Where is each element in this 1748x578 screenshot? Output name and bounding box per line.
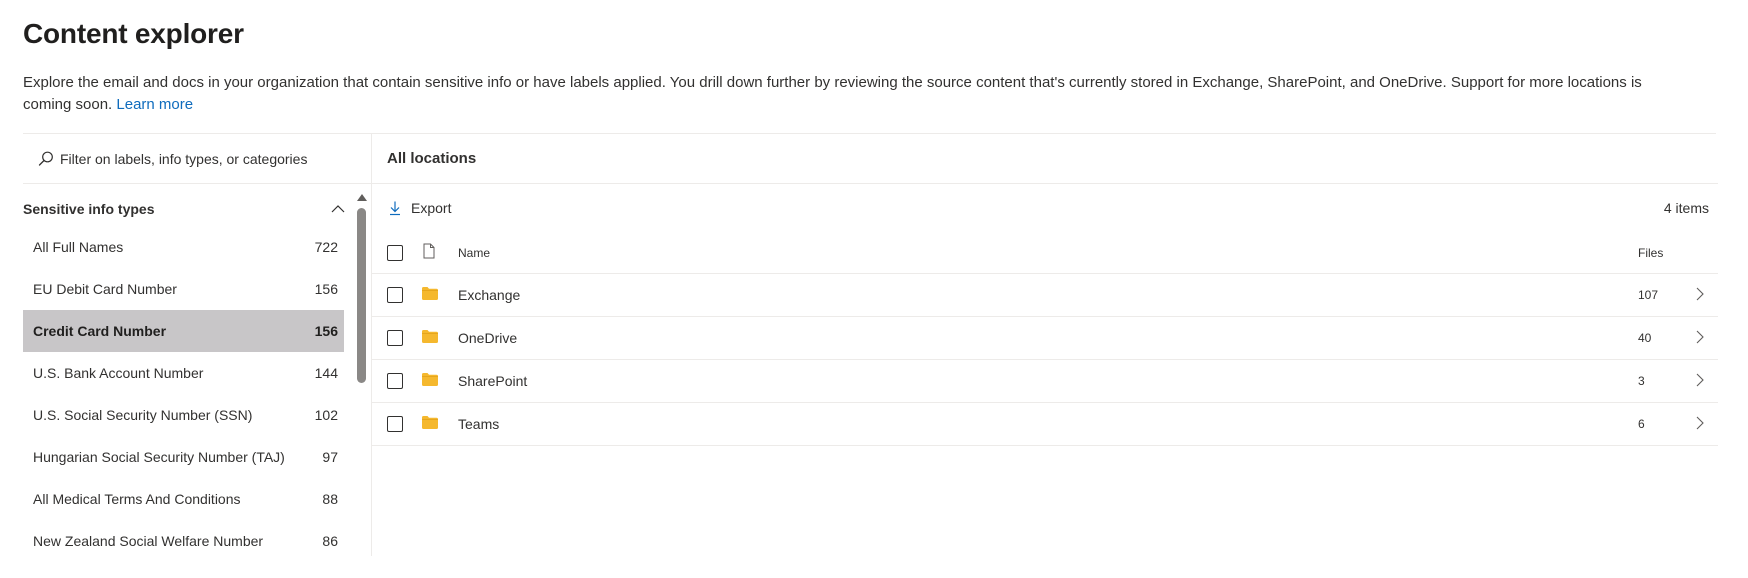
page-title: Content explorer — [23, 18, 244, 49]
table-row[interactable]: Teams 6 — [372, 403, 1718, 446]
list-item[interactable]: All Medical Terms And Conditions 88 — [23, 478, 344, 520]
row-checkbox[interactable] — [387, 330, 403, 346]
info-type-label: All Full Names — [33, 239, 124, 255]
folder-icon — [422, 416, 438, 432]
info-type-count: 97 — [322, 449, 338, 465]
location-files-count: 40 — [1638, 331, 1652, 345]
info-type-label: U.S. Bank Account Number — [33, 365, 204, 381]
item-count: 4 items — [1663, 200, 1709, 216]
list-item[interactable]: U.S. Bank Account Number 144 — [23, 352, 344, 394]
info-type-label: Hungarian Social Security Number (TAJ) — [33, 449, 285, 465]
group-title: Sensitive info types — [23, 201, 155, 217]
locations-table: Name Files Exchange 107 OneDrive 40 Shar… — [372, 232, 1718, 446]
scroll-thumb[interactable] — [357, 208, 366, 383]
column-header-files[interactable]: Files — [1638, 246, 1688, 260]
folder-icon — [422, 330, 438, 346]
list-item[interactable]: EU Debit Card Number 156 — [23, 268, 344, 310]
info-type-count: 156 — [314, 323, 338, 339]
export-button[interactable]: Export — [387, 200, 451, 216]
locations-title: All locations — [372, 134, 1718, 184]
location-files-count: 6 — [1638, 417, 1645, 431]
info-type-label: Credit Card Number — [33, 323, 167, 339]
list-item[interactable]: Hungarian Social Security Number (TAJ) 9… — [23, 436, 344, 478]
select-all-checkbox[interactable] — [387, 244, 403, 261]
scroll-up-arrow-icon[interactable] — [357, 194, 367, 201]
file-type-icon — [422, 243, 436, 262]
row-checkbox[interactable] — [387, 373, 403, 389]
info-type-label: New Zealand Social Welfare Number — [33, 533, 264, 549]
table-row[interactable]: Exchange 107 — [372, 274, 1718, 317]
list-item[interactable]: U.S. Social Security Number (SSN) 102 — [23, 394, 344, 436]
info-type-count: 86 — [322, 533, 338, 549]
table-row[interactable]: OneDrive 40 — [372, 317, 1718, 360]
info-type-count: 144 — [314, 365, 338, 381]
location-files-count: 107 — [1638, 288, 1659, 302]
info-type-label: EU Debit Card Number — [33, 281, 177, 297]
chevron-right-icon[interactable] — [1695, 415, 1705, 434]
info-type-count: 88 — [322, 491, 338, 507]
location-name[interactable]: OneDrive — [458, 330, 1638, 346]
list-item[interactable]: All Full Names 722 — [23, 226, 344, 268]
export-label: Export — [411, 200, 452, 216]
toolbar: Export 4 items — [372, 188, 1718, 228]
column-header-name[interactable]: Name — [458, 246, 1638, 260]
folder-icon — [422, 287, 438, 303]
chevron-right-icon[interactable] — [1695, 329, 1705, 348]
description-text: Explore the email and docs in your organ… — [23, 74, 1642, 113]
list-item[interactable]: New Zealand Social Welfare Number 86 — [23, 520, 344, 562]
info-type-count: 156 — [314, 281, 338, 297]
location-files-count: 3 — [1638, 374, 1645, 388]
filter-pane: Sensitive info types All Full Names 722 … — [23, 134, 371, 556]
chevron-up-icon[interactable] — [330, 201, 346, 217]
row-checkbox[interactable] — [387, 287, 403, 303]
filter-box[interactable] — [23, 134, 371, 184]
search-icon — [37, 150, 55, 168]
filter-input[interactable] — [60, 150, 360, 167]
info-type-label: All Medical Terms And Conditions — [33, 491, 241, 507]
chevron-right-icon[interactable] — [1695, 286, 1705, 305]
location-name[interactable]: Teams — [458, 416, 1638, 432]
list-item-selected[interactable]: Credit Card Number 156 — [23, 310, 344, 352]
sensitive-info-type-list: All Full Names 722 EU Debit Card Number … — [23, 226, 344, 562]
table-header-row: Name Files — [372, 232, 1718, 274]
chevron-right-icon[interactable] — [1695, 372, 1705, 391]
page-description: Explore the email and docs in your organ… — [23, 72, 1663, 116]
locations-pane: All locations Export 4 items Name Files … — [372, 134, 1718, 556]
folder-icon — [422, 373, 438, 389]
group-header-sensitive-info-types[interactable]: Sensitive info types — [23, 192, 348, 226]
info-type-label: U.S. Social Security Number (SSN) — [33, 407, 253, 423]
learn-more-link[interactable]: Learn more — [116, 96, 193, 113]
location-name[interactable]: SharePoint — [458, 373, 1638, 389]
row-checkbox[interactable] — [387, 416, 403, 432]
info-type-count: 722 — [314, 239, 338, 255]
download-icon — [387, 200, 403, 216]
location-name[interactable]: Exchange — [458, 287, 1638, 303]
info-type-count: 102 — [314, 407, 338, 423]
sidebar-scrollbar[interactable] — [355, 190, 367, 556]
table-row[interactable]: SharePoint 3 — [372, 360, 1718, 403]
